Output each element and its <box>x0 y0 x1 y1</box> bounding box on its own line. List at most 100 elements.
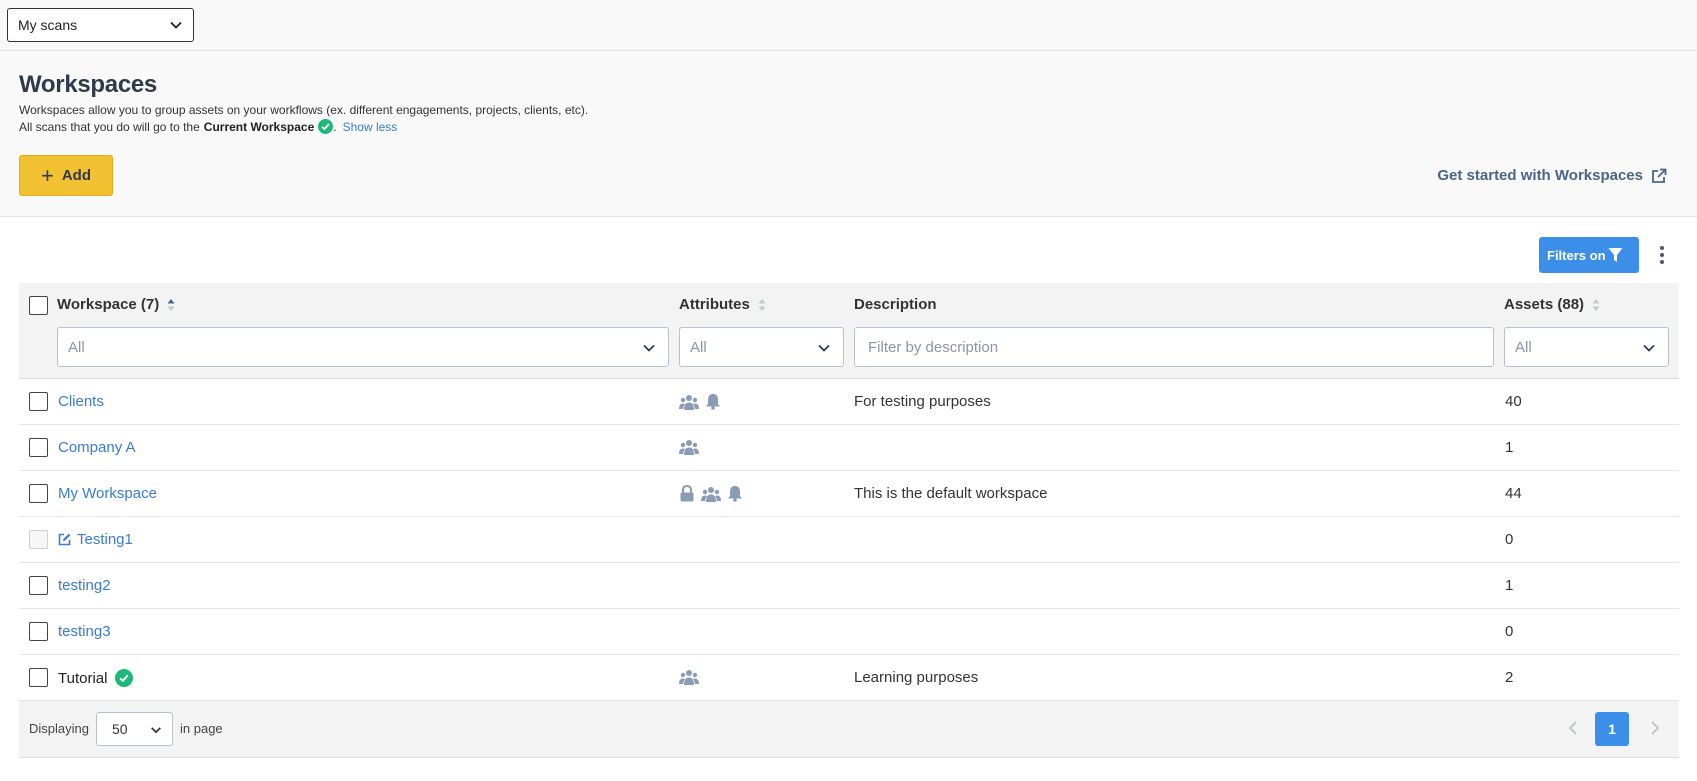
sort-icon <box>758 298 766 311</box>
workspace-assets-count: 2 <box>1505 669 1514 686</box>
attribute-icons <box>679 393 721 410</box>
team-icon <box>679 440 699 455</box>
table-row: Testing1 0 <box>19 517 1679 563</box>
workspace-name-link[interactable]: Testing1 <box>77 531 133 548</box>
sort-icon <box>1592 298 1600 311</box>
workspace-name-link[interactable]: Clients <box>58 393 104 410</box>
table-row: Tutorial Learning purposes 2 <box>19 655 1679 701</box>
filter-icon <box>1608 248 1623 262</box>
chevron-right-icon[interactable] <box>1649 720 1661 736</box>
workspace-name-link[interactable]: testing2 <box>58 577 111 594</box>
edit-icon[interactable] <box>58 533 71 546</box>
workspace-assets-count: 0 <box>1505 623 1514 640</box>
row-checkbox[interactable] <box>29 668 48 687</box>
workspaces-header: Workspaces Workspaces allow you to group… <box>0 51 1697 217</box>
row-checkbox-disabled <box>29 530 48 549</box>
table-header: Workspace (7) Attributes Description Ass… <box>19 283 1679 379</box>
table-row: Company A 1 <box>19 425 1679 471</box>
workspace-name-link[interactable]: Company A <box>58 439 136 456</box>
workspace-name-cell: Testing1 <box>58 531 133 548</box>
description-line-2: All scans that you do will go to the Cur… <box>19 119 397 134</box>
workspace-description: This is the default workspace <box>854 485 1048 502</box>
column-header-description: Description <box>854 296 937 313</box>
kebab-dot <box>1660 253 1664 257</box>
team-icon <box>701 486 721 502</box>
column-label-assets: Assets (88) <box>1504 296 1585 313</box>
row-checkbox[interactable] <box>29 576 48 595</box>
scan-scope-value: My scans <box>18 17 78 33</box>
bell-icon <box>728 486 742 502</box>
scan-scope-select[interactable]: My scans <box>7 8 194 42</box>
select-all-checkbox[interactable] <box>29 296 48 315</box>
workspace-assets-count: 40 <box>1505 393 1522 410</box>
page-size-value: 50 <box>112 721 128 737</box>
top-bar: My scans <box>0 0 1697 51</box>
attributes-filter-value: All <box>690 338 707 356</box>
chevron-down-icon <box>643 344 655 352</box>
description-suffix: . <box>333 119 337 134</box>
attribute-icons <box>679 669 699 685</box>
column-header-assets[interactable]: Assets (88) <box>1504 296 1600 313</box>
filters-button[interactable]: Filters on <box>1539 237 1639 273</box>
page-size-select[interactable]: 50 <box>96 712 173 746</box>
row-checkbox[interactable] <box>29 484 48 503</box>
chevron-down-icon <box>170 21 182 29</box>
column-header-attributes[interactable]: Attributes <box>679 296 766 313</box>
add-workspace-button[interactable]: + Add <box>19 155 113 196</box>
row-checkbox[interactable] <box>29 622 48 641</box>
chevron-left-icon[interactable] <box>1567 720 1579 736</box>
workspace-filter-select[interactable]: All <box>57 327 669 367</box>
workspace-name-link[interactable]: testing3 <box>58 623 111 640</box>
sort-icon <box>167 298 175 311</box>
show-less-link[interactable]: Show less <box>343 120 398 134</box>
add-button-label: Add <box>61 167 92 184</box>
attributes-filter-select[interactable]: All <box>679 327 844 367</box>
description-filter-placeholder: Filter by description <box>868 338 999 356</box>
get-started-label: Get started with Workspaces <box>1437 167 1643 184</box>
get-started-link[interactable]: Get started with Workspaces <box>1437 167 1667 184</box>
team-icon <box>679 394 699 410</box>
table-row: testing3 0 <box>19 609 1679 655</box>
workspace-description: For testing purposes <box>854 393 991 410</box>
column-header-workspace[interactable]: Workspace (7) <box>57 296 175 313</box>
filters-button-label: Filters on <box>1547 247 1606 263</box>
check-circle-icon <box>115 669 134 687</box>
external-link-icon <box>1652 168 1667 183</box>
workspace-name-current: Tutorial <box>58 669 108 687</box>
workspace-assets-count: 44 <box>1505 485 1522 502</box>
assets-filter-value: All <box>1515 338 1532 356</box>
page-title: Workspaces <box>19 71 157 98</box>
assets-filter-select[interactable]: All <box>1504 327 1669 367</box>
page-button-current[interactable]: 1 <box>1595 712 1629 746</box>
description-prefix: All scans that you do will go to the <box>19 119 200 134</box>
workspace-assets-count: 0 <box>1505 531 1514 548</box>
workspace-assets-count: 1 <box>1505 577 1514 594</box>
plus-icon: + <box>40 162 54 188</box>
row-checkbox[interactable] <box>29 392 48 411</box>
attribute-icons <box>679 485 743 502</box>
chevron-down-icon <box>151 727 161 734</box>
description-filter-input[interactable]: Filter by description <box>854 327 1494 367</box>
table-row: Clients For testing purposes 40 <box>19 379 1679 425</box>
team-icon <box>679 670 699 685</box>
workspace-filter-value: All <box>68 338 85 356</box>
workspace-description: Learning purposes <box>854 669 979 686</box>
chevron-down-icon <box>1643 344 1655 352</box>
current-workspace-label: Current Workspace <box>203 119 315 134</box>
table-row: testing2 1 <box>19 563 1679 609</box>
table-footer: Displaying 50 in page 1 <box>19 701 1679 758</box>
row-checkbox[interactable] <box>29 438 48 457</box>
table-row: My Workspace This is the default workspa… <box>19 471 1679 517</box>
workspaces-table: Workspace (7) Attributes Description Ass… <box>19 283 1679 758</box>
bell-icon <box>706 394 720 410</box>
displaying-label: Displaying <box>29 721 89 736</box>
more-options-button[interactable] <box>1655 240 1669 270</box>
chevron-down-icon <box>818 344 830 352</box>
workspace-name-link[interactable]: My Workspace <box>58 485 157 502</box>
in-page-label: in page <box>180 721 223 736</box>
kebab-dot <box>1660 246 1664 250</box>
check-circle-icon <box>318 119 334 134</box>
workspace-name-cell: Tutorial <box>58 669 134 687</box>
column-label-description: Description <box>854 296 937 313</box>
column-label-workspace: Workspace (7) <box>57 296 160 313</box>
